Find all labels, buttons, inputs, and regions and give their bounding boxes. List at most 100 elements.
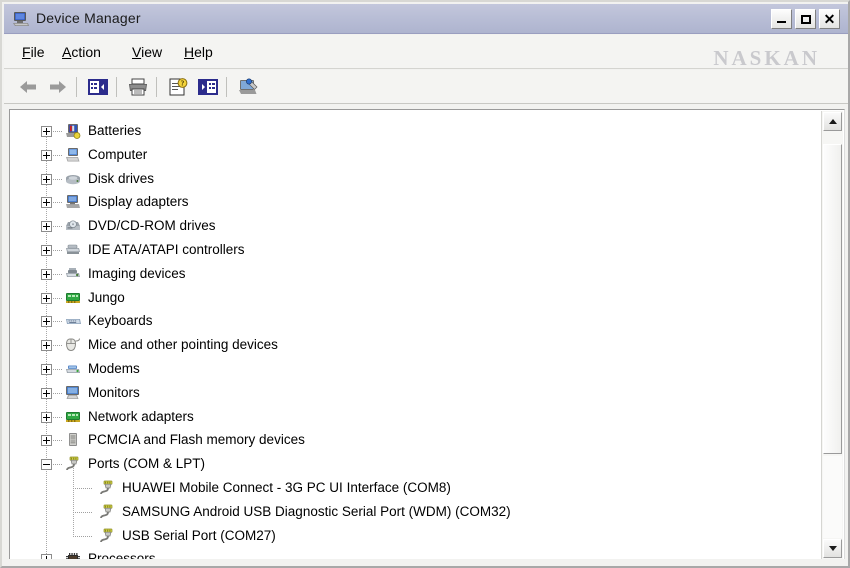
collapse-node-button[interactable] — [41, 459, 52, 471]
scan-hardware-changes-button[interactable] — [236, 75, 260, 99]
tree-item[interactable]: Jungo — [10, 286, 822, 310]
expand-node-button[interactable] — [41, 173, 52, 185]
expand-node-button[interactable] — [41, 292, 52, 304]
scroll-up-arrow-icon — [828, 119, 837, 124]
tree-item[interactable]: Computer — [10, 143, 822, 167]
tree-connector-line — [53, 464, 63, 466]
tree-item[interactable]: IDE ATA/ATAPI controllers — [10, 238, 822, 262]
tree-connector-line — [53, 250, 63, 251]
tree-connector-line — [53, 297, 63, 299]
tree-item-label: HUAWEI Mobile Connect - 3G PC UI Interfa… — [122, 480, 451, 495]
keyboard-icon — [64, 312, 82, 330]
tree-item[interactable]: Mice and other pointing devices — [10, 333, 822, 357]
computer-icon — [13, 12, 29, 26]
tree-item[interactable]: Disk drives — [10, 167, 822, 191]
expand-node-button[interactable] — [41, 268, 52, 280]
tree-item[interactable]: DVD/CD-ROM drives — [10, 214, 822, 238]
properties-help-icon: ? — [169, 78, 188, 96]
scroll-up-button[interactable] — [823, 112, 842, 131]
tree-item-label: SAMSUNG Android USB Diagnostic Serial Po… — [122, 503, 511, 519]
tree-item[interactable]: Modems — [10, 357, 822, 381]
display-adapter-icon — [64, 193, 82, 211]
tree-item-label: Disk drives — [88, 170, 155, 186]
monitor-icon — [64, 384, 82, 402]
scroll-down-button[interactable] — [823, 539, 842, 558]
toolbar-separator — [116, 77, 117, 97]
minimize-button[interactable] — [771, 9, 792, 29]
tree-connector-line — [53, 154, 63, 156]
modem-icon — [64, 360, 82, 378]
window-bottom-edge — [4, 559, 848, 564]
tree-item[interactable]: SAMSUNG Android USB Diagnostic Serial Po… — [10, 500, 822, 524]
print-button[interactable] — [126, 75, 150, 99]
expand-node-button[interactable] — [41, 316, 52, 328]
tree-connector-line — [53, 131, 63, 132]
tree-item[interactable]: Network adapters — [10, 405, 822, 429]
tree-item-label: DVD/CD-ROM drives — [88, 218, 216, 234]
toolbar-separator — [226, 77, 227, 97]
tree-item-label: IDE ATA/ATAPI controllers — [88, 242, 245, 257]
menu-item-help[interactable]: Help — [184, 44, 213, 60]
tree-item[interactable]: HUAWEI Mobile Connect - 3G PC UI Interfa… — [10, 476, 822, 500]
tree-item[interactable]: Imaging devices — [10, 262, 822, 286]
pcmcia-card-icon — [64, 431, 82, 449]
minimize-icon — [777, 21, 786, 23]
port-icon — [98, 503, 116, 521]
forward-button[interactable] — [46, 75, 70, 99]
expand-node-button[interactable] — [41, 435, 52, 447]
tree-connector-line — [73, 488, 93, 489]
tree-item[interactable]: USB Serial Port (COM27) — [10, 524, 822, 548]
expand-node-button[interactable] — [41, 387, 52, 399]
window-title: Device Manager — [36, 10, 141, 26]
expand-node-button[interactable] — [41, 340, 52, 352]
show-hide-tree-icon — [88, 79, 108, 95]
tree-item-label: Jungo — [88, 289, 125, 305]
expand-node-button[interactable] — [41, 364, 52, 375]
toolbar: ? — [4, 70, 848, 104]
tree-item[interactable]: Ports (COM & LPT) — [10, 452, 822, 476]
svg-text:?: ? — [181, 80, 185, 88]
show-hide-tree-button[interactable] — [86, 75, 110, 99]
tree-item[interactable]: Monitors — [10, 381, 822, 405]
tree-connector-line — [53, 202, 63, 204]
title-bar: Device Manager ✕ — [4, 4, 848, 34]
tree-item-label: Computer — [88, 146, 148, 162]
tree-item[interactable]: Keyboards — [10, 309, 822, 333]
expand-node-button[interactable] — [41, 411, 52, 423]
show-details-pane-icon — [198, 79, 218, 95]
port-icon — [64, 455, 82, 473]
show-details-pane-button[interactable] — [196, 75, 220, 99]
expand-node-button[interactable] — [41, 197, 52, 209]
tree-item-label: Modems — [88, 361, 140, 376]
menu-item-file[interactable]: File — [22, 44, 45, 60]
properties-help-button[interactable]: ? — [166, 75, 190, 99]
close-button[interactable]: ✕ — [819, 9, 840, 29]
expand-node-button[interactable] — [41, 245, 52, 256]
tree-item[interactable]: Display adapters — [10, 190, 822, 214]
tree-connector-line — [53, 273, 63, 275]
expand-node-button[interactable] — [41, 126, 52, 137]
scrollbar-track[interactable] — [823, 456, 842, 538]
vertical-scrollbar[interactable] — [821, 111, 843, 559]
tree-item-label: Monitors — [88, 384, 140, 400]
scrollbar-thumb[interactable] — [823, 144, 842, 454]
watermark-text: NASKAN — [713, 46, 820, 70]
back-button[interactable] — [16, 75, 40, 99]
device-manager-window: Device Manager ✕ File Action View Help N… — [0, 0, 850, 568]
tree-connector-line — [53, 392, 63, 394]
device-tree[interactable]: Batteries Computer Disk drives Display adap… — [10, 110, 822, 560]
imaging-device-icon — [64, 265, 82, 283]
tree-connector-line — [73, 535, 93, 537]
tree-item-label: Mice and other pointing devices — [88, 337, 278, 353]
maximize-button[interactable] — [795, 9, 816, 29]
tree-connector-line — [53, 345, 63, 347]
expand-node-button[interactable] — [41, 149, 52, 161]
tree-connector-line — [53, 178, 63, 180]
tree-item[interactable]: PCMCIA and Flash memory devices — [10, 428, 822, 452]
expand-node-button[interactable] — [41, 221, 52, 233]
tree-item[interactable]: Batteries — [10, 119, 822, 143]
tree-item-label: Imaging devices — [88, 265, 186, 281]
menu-item-action[interactable]: Action — [62, 44, 101, 60]
port-icon — [98, 527, 116, 545]
menu-item-view[interactable]: View — [132, 44, 162, 60]
